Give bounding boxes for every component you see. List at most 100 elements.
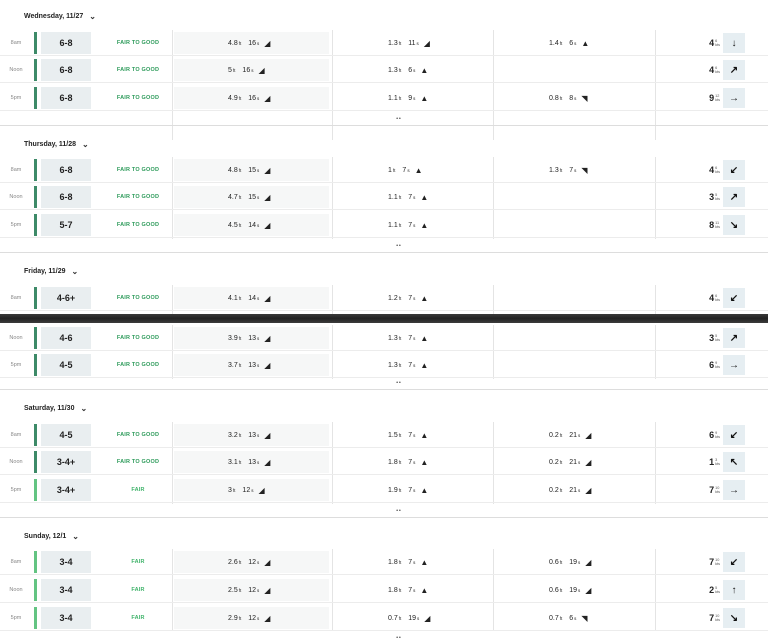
unit-s: s bbox=[413, 295, 416, 301]
swell-direction-icon: ◢ bbox=[264, 333, 271, 343]
row-time: Noon bbox=[9, 67, 23, 73]
wind-sub: 6 kts bbox=[715, 294, 720, 302]
forecast-row[interactable]: 5pm 5-7 FAIR TO GOOD 4.5 ft 14 s ◢ 1.1 ft 7 s ▲ 8 11 kt… bbox=[0, 212, 768, 238]
chevron-down-icon[interactable]: ⌄ bbox=[80, 404, 87, 413]
forecast-row[interactable]: 5pm 6-8 FAIR TO GOOD 4.9 ft 16 s ◢ 1.1 ft 9 s ▲ 0.8 ft… bbox=[0, 85, 768, 111]
pagination-dots[interactable]: •• bbox=[393, 243, 405, 249]
unit-ft: ft bbox=[238, 362, 242, 368]
day-header[interactable]: Wednesday, 11/27 ⌄ bbox=[0, 7, 768, 25]
chevron-down-icon[interactable]: ⌄ bbox=[72, 267, 79, 276]
wind-knots: 6 bbox=[709, 430, 715, 440]
surf-rating: FAIR TO GOOD bbox=[116, 222, 160, 228]
swell-direction-icon: ◢ bbox=[585, 485, 592, 495]
wind-direction-icon: ↑ bbox=[723, 580, 745, 600]
swell-direction-icon: ◢ bbox=[264, 38, 271, 48]
swell-direction-icon: ◢ bbox=[424, 613, 431, 623]
forecast-row[interactable]: 8am 4-5 FAIR TO GOOD 3.2 ft 13 s ◢ 1.5 ft 7 s ▲ 0.2 ft… bbox=[0, 422, 768, 448]
pagination-dots[interactable]: •• bbox=[393, 635, 405, 641]
row-time: 8am bbox=[10, 295, 22, 301]
unit-s: s bbox=[413, 67, 416, 73]
primary-swell: 4.9 ft 16 s ◢ bbox=[228, 85, 270, 111]
wind-unit: kts bbox=[715, 225, 720, 229]
swell-height: 4.5 bbox=[228, 221, 238, 229]
wind-sub: 3 kts bbox=[715, 458, 720, 466]
swell-height: 0.7 bbox=[549, 614, 559, 622]
unit-ft: ft bbox=[559, 487, 563, 493]
unit-s: s bbox=[257, 587, 260, 593]
wind-direction-icon: ↙ bbox=[723, 425, 745, 445]
unit-s: s bbox=[257, 362, 260, 368]
wind-knots: 9 bbox=[709, 93, 715, 103]
chevron-down-icon[interactable]: ⌄ bbox=[72, 532, 79, 541]
day-header[interactable]: Saturday, 11/30 ⌄ bbox=[0, 399, 768, 417]
forecast-row[interactable]: Noon 4-6 FAIR TO GOOD 3.9 ft 13 s ◢ 1.3 ft 7 s ▲ 3 5 kt… bbox=[0, 325, 768, 351]
swell-direction-icon: ▲ bbox=[420, 585, 429, 595]
forecast-row[interactable]: 8am 6-8 FAIR TO GOOD 4.8 ft 15 s ◢ 1 ft 7 s ▲ 1.3 ft 7 s… bbox=[0, 157, 768, 183]
swell-period: 11 bbox=[408, 39, 416, 47]
unit-ft: ft bbox=[398, 295, 402, 301]
unit-s: s bbox=[257, 432, 260, 438]
surf-height: 3-4 bbox=[41, 551, 91, 573]
day-header[interactable]: Thursday, 11/28 ⌄ bbox=[0, 135, 768, 153]
wind-direction-icon: ↙ bbox=[723, 288, 745, 308]
unit-s: s bbox=[257, 295, 260, 301]
rating-color-bar bbox=[34, 186, 37, 208]
surf-rating: FAIR TO GOOD bbox=[116, 167, 160, 173]
swell-height: 3 bbox=[228, 486, 232, 494]
forecast-row[interactable]: 8am 4-6+ FAIR TO GOOD 4.1 ft 14 s ◢ 1.2 ft 7 s ▲ 4 6 kt… bbox=[0, 285, 768, 311]
forecast-row[interactable]: 5pm 3-4 FAIR 2.9 ft 12 s ◢ 0.7 ft 19 s ◢ 0.7 ft 6 s ◥ 7 10 k… bbox=[0, 605, 768, 631]
tertiary-swell: 0.7 ft 6 s ◥ bbox=[549, 605, 588, 631]
wind-direction-icon: ↓ bbox=[723, 33, 745, 53]
forecast-row[interactable]: 5pm 4-5 FAIR TO GOOD 3.7 ft 13 s ◢ 1.3 ft 7 s ▲ 6 9 kts… bbox=[0, 352, 768, 378]
surf-rating: FAIR TO GOOD bbox=[116, 362, 160, 368]
tertiary-swell: 0.2 ft 21 s ◢ bbox=[549, 449, 591, 475]
surf-rating: FAIR TO GOOD bbox=[116, 295, 160, 301]
forecast-row[interactable]: 8am 3-4 FAIR 2.6 ft 12 s ◢ 1.8 ft 7 s ▲ 0.6 ft 19 s ◢ 7 10 k… bbox=[0, 549, 768, 575]
forecast-row[interactable]: 8am 6-8 FAIR TO GOOD 4.8 ft 16 s ◢ 1.3 ft 11 s ◢ 1.4 f… bbox=[0, 30, 768, 56]
swell-direction-icon: ◢ bbox=[585, 557, 592, 567]
secondary-swell: 1.1 ft 7 s ▲ bbox=[388, 212, 428, 238]
wind-speed: 6 9 kts bbox=[690, 422, 720, 448]
day-header[interactable]: Friday, 11/29 ⌄ bbox=[0, 262, 768, 280]
unit-s: s bbox=[413, 559, 416, 565]
swell-direction-icon: ▲ bbox=[581, 38, 590, 48]
forecast-row[interactable]: Noon 6-8 FAIR TO GOOD 4.7 ft 15 s ◢ 1.1 ft 7 s ▲ 3 5 kt… bbox=[0, 184, 768, 210]
swell-direction-icon: ◢ bbox=[585, 457, 592, 467]
pagination-dots[interactable]: •• bbox=[393, 380, 405, 386]
chevron-down-icon[interactable]: ⌄ bbox=[89, 12, 96, 21]
swell-height: 1.8 bbox=[388, 586, 398, 594]
row-time: 5pm bbox=[10, 222, 22, 228]
forecast-row[interactable]: Noon 3-4 FAIR 2.5 ft 12 s ◢ 1.8 ft 7 s ▲ 0.6 ft 19 s ◢ 2 5 k… bbox=[0, 577, 768, 603]
swell-height: 3.9 bbox=[228, 334, 238, 342]
forecast-row[interactable]: 5pm 3-4+ FAIR 3 ft 12 s ◢ 1.9 ft 7 s ▲ 0.2 ft 21 s ◢ 7 10 kt… bbox=[0, 477, 768, 503]
forecast-row[interactable]: Noon 6-8 FAIR TO GOOD 5 ft 16 s ◢ 1.3 ft 6 s ▲ 4 6 kts ↗ bbox=[0, 57, 768, 83]
rating-color-bar bbox=[34, 287, 37, 309]
swell-direction-icon: ◥ bbox=[581, 613, 588, 623]
surf-rating: FAIR bbox=[131, 559, 145, 565]
wind-speed: 1 3 kts bbox=[690, 449, 720, 475]
swell-height: 1.1 bbox=[388, 193, 398, 201]
swell-direction-icon: ◢ bbox=[264, 585, 271, 595]
day-header[interactable]: Sunday, 12/1 ⌄ bbox=[0, 527, 768, 545]
wind-direction-icon: → bbox=[723, 88, 745, 108]
unit-s: s bbox=[413, 194, 416, 200]
swell-period: 6 bbox=[408, 66, 413, 74]
swell-direction-icon: ◢ bbox=[258, 65, 265, 75]
surf-height: 4-6 bbox=[41, 327, 91, 349]
primary-swell: 3.9 ft 13 s ◢ bbox=[228, 325, 270, 351]
wind-knots: 4 bbox=[709, 293, 715, 303]
swell-height: 0.7 bbox=[388, 614, 398, 622]
unit-ft: ft bbox=[238, 295, 242, 301]
surf-rating: FAIR TO GOOD bbox=[116, 194, 160, 200]
forecast-row[interactable]: Noon 3-4+ FAIR TO GOOD 3.1 ft 13 s ◢ 1.8 ft 7 s ▲ 0.2… bbox=[0, 449, 768, 475]
unit-ft: ft bbox=[238, 432, 242, 438]
chevron-down-icon[interactable]: ⌄ bbox=[82, 140, 89, 149]
swell-height: 0.2 bbox=[549, 458, 559, 466]
wind-speed: 7 10 kts bbox=[690, 477, 720, 503]
swell-period: 16 bbox=[248, 94, 257, 102]
pagination-dots[interactable]: •• bbox=[393, 116, 405, 122]
swell-direction-icon: ▲ bbox=[420, 430, 429, 440]
unit-ft: ft bbox=[559, 459, 563, 465]
pagination-dots[interactable]: •• bbox=[393, 508, 405, 514]
wind-knots: 7 bbox=[709, 485, 715, 495]
